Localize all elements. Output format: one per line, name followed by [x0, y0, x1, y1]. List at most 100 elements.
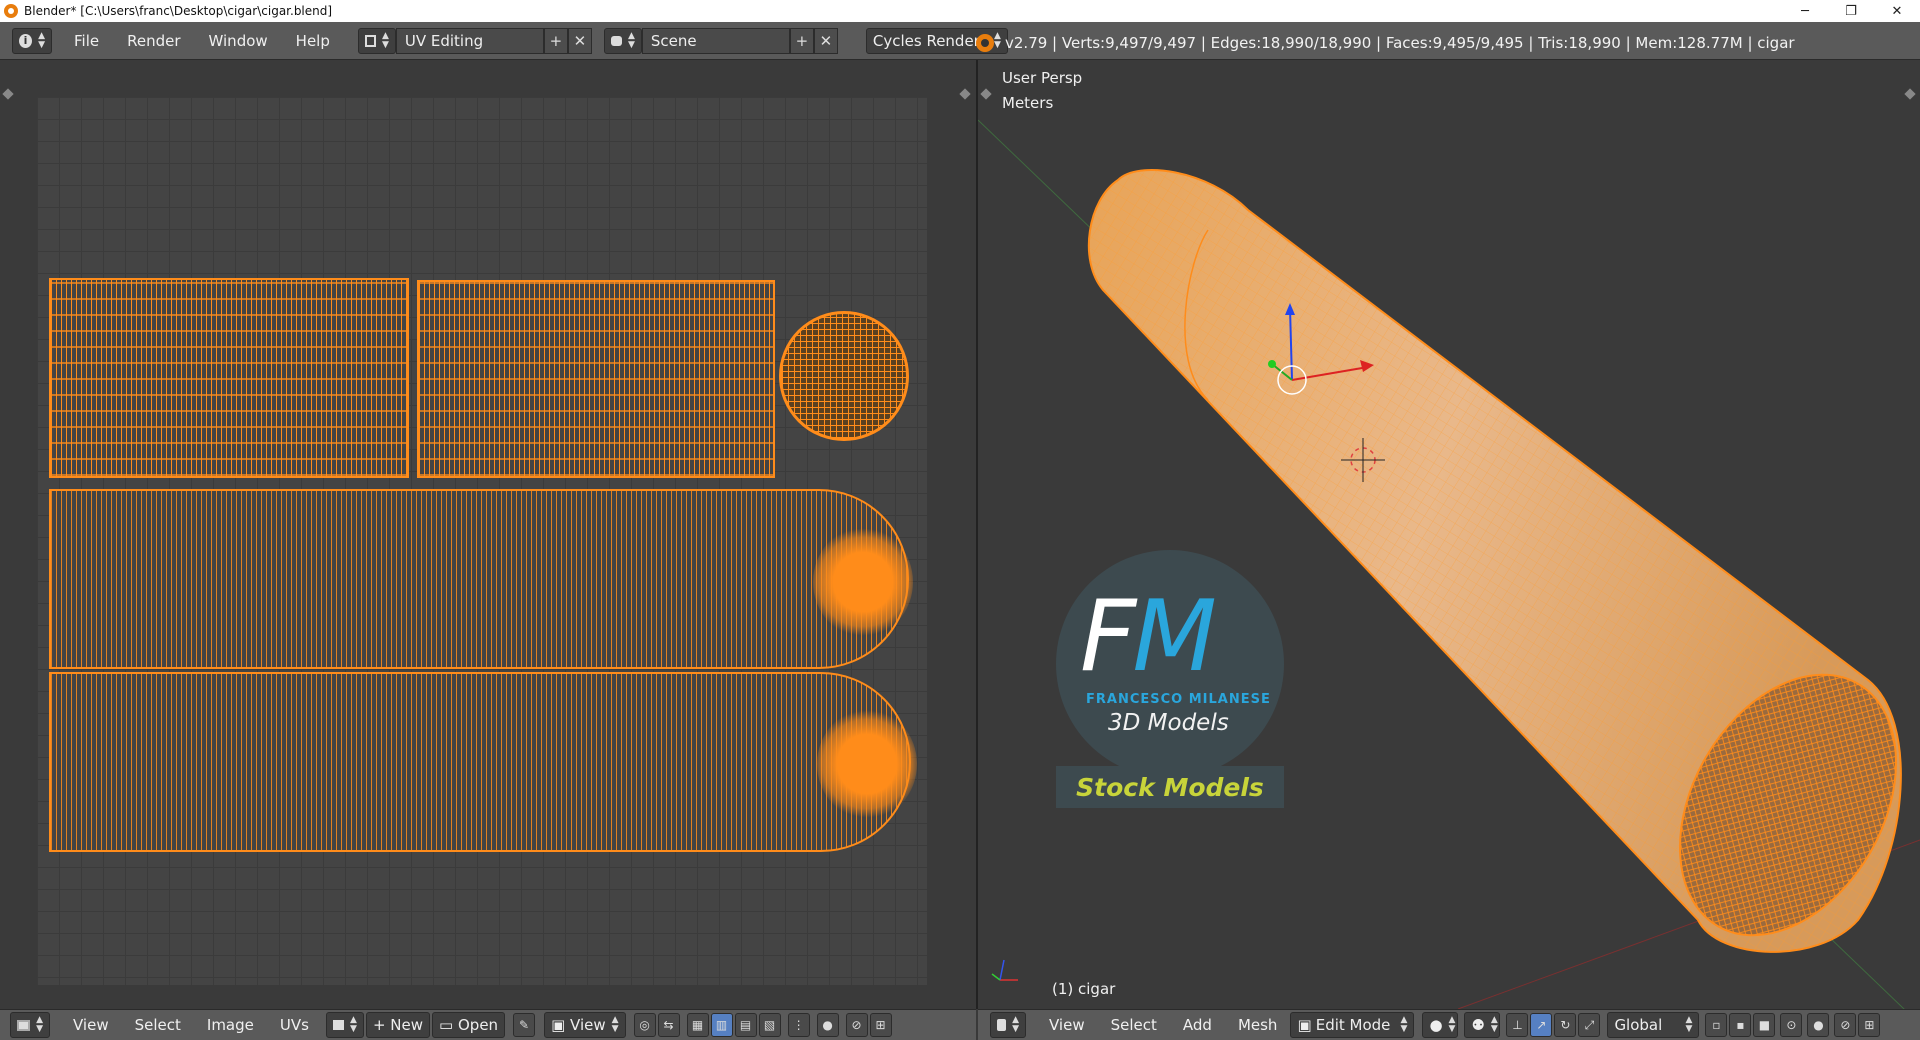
blender-icon: [4, 4, 18, 18]
remove-layout-button[interactable]: ✕: [567, 27, 592, 54]
uv-island-wrapper-a[interactable]: [49, 489, 909, 669]
uv-island-tip-b: [817, 709, 917, 819]
shading-icon: ●: [1429, 1016, 1443, 1034]
uv-grid[interactable]: [37, 97, 927, 985]
logo-letters: FM: [1080, 580, 1217, 694]
editor-type-selector[interactable]: i ▲ ▼: [12, 27, 52, 54]
3d-add-menu[interactable]: Add: [1170, 1016, 1225, 1034]
logo-letter-m: M: [1132, 580, 1217, 694]
render-engine-label: Cycles Render: [872, 31, 980, 50]
pivot-icon[interactable]: ◎: [633, 1013, 656, 1037]
minimize-button[interactable]: ─: [1782, 0, 1828, 22]
uv-uvs-menu[interactable]: UVs: [267, 1016, 322, 1034]
uv-island-cap[interactable]: [779, 311, 909, 441]
3d-viewport[interactable]: User Persp Meters (1) cigar: [978, 60, 1920, 1009]
image-browse-button[interactable]: ▲ ▼: [325, 1012, 364, 1038]
close-icon: ✕: [819, 31, 833, 50]
region-toggle-right[interactable]: [959, 88, 971, 100]
face-select-mode-icon[interactable]: ■: [1753, 1013, 1776, 1037]
3d-view-menu[interactable]: View: [1036, 1016, 1098, 1034]
open-image-button[interactable]: ▭ Open: [432, 1012, 506, 1038]
render-menu[interactable]: Render: [113, 32, 194, 50]
logo-letter-f: F: [1080, 580, 1136, 694]
pin-icon[interactable]: ✎: [513, 1013, 536, 1037]
sticky-select-icon[interactable]: ⋮: [787, 1013, 810, 1037]
scene-field[interactable]: Scene: [641, 27, 790, 54]
uv-island-body-a[interactable]: [49, 278, 409, 478]
screen-layout-icon: [364, 34, 376, 47]
uv-image-editor[interactable]: [0, 60, 976, 1009]
add-layout-button[interactable]: +: [543, 27, 568, 54]
info-icon: i: [19, 33, 33, 48]
add-icon: +: [549, 31, 563, 50]
watermark-logo: FM FRANCESCO MILANESE 3D Models Stock Mo…: [1056, 550, 1286, 810]
uv-view-menu[interactable]: View: [60, 1016, 122, 1034]
snap-icon[interactable]: ⊘: [1834, 1013, 1857, 1037]
scene-icon: [610, 35, 622, 46]
add-scene-button[interactable]: +: [789, 27, 814, 54]
translate-manipulator-icon[interactable]: ↗: [1530, 1013, 1553, 1037]
file-menu[interactable]: File: [60, 32, 113, 50]
image-icon: [17, 1019, 31, 1031]
pivot-point-selector[interactable]: ⚉ ▲ ▼: [1464, 1012, 1501, 1038]
image-icon: [332, 1020, 345, 1030]
new-image-button[interactable]: + New: [365, 1012, 431, 1038]
vertex-select-icon[interactable]: ▦: [686, 1013, 709, 1037]
logo-banner: Stock Models: [1056, 766, 1284, 808]
add-icon: +: [795, 31, 809, 50]
snap-element-icon[interactable]: ⊞: [1858, 1013, 1881, 1037]
editor-type-selector[interactable]: ▲ ▼: [10, 1012, 50, 1038]
close-window-button[interactable]: ✕: [1874, 0, 1920, 22]
uv-view-mode-selector[interactable]: ▣ View ▲ ▼: [544, 1012, 626, 1038]
remove-scene-button[interactable]: ✕: [813, 27, 838, 54]
limit-selection-icon[interactable]: ⊙: [1780, 1013, 1803, 1037]
interaction-mode-label: Edit Mode: [1315, 1016, 1391, 1034]
view-mode-icon: ▣: [551, 1016, 566, 1034]
help-menu[interactable]: Help: [282, 32, 344, 50]
3d-select-menu[interactable]: Select: [1098, 1016, 1170, 1034]
region-toggle-left[interactable]: [2, 88, 14, 100]
pivot-icon: ⚉: [1471, 1016, 1485, 1034]
rotate-manipulator-icon[interactable]: ↻: [1554, 1013, 1577, 1037]
edge-select-icon[interactable]: ▥: [710, 1013, 733, 1037]
open-image-label: Open: [457, 1016, 499, 1034]
vertex-select-mode-icon[interactable]: ▫: [1705, 1013, 1728, 1037]
logo-name: FRANCESCO MILANESE: [1086, 692, 1271, 707]
uv-image-menu[interactable]: Image: [194, 1016, 267, 1034]
proportional-edit-icon[interactable]: ●: [816, 1013, 839, 1037]
restore-button[interactable]: ❐: [1828, 0, 1874, 22]
folder-icon: ▭: [439, 1016, 454, 1034]
uv-island-wrapper-b[interactable]: [49, 672, 911, 852]
editor-type-selector[interactable]: ▲ ▼: [990, 1012, 1026, 1038]
active-object-label: (1) cigar: [1052, 980, 1116, 998]
uv-editor-header: ▲ ▼ View Select Image UVs ▲ ▼ + New ▭ Open…: [0, 1009, 976, 1040]
viewport-shading-selector[interactable]: ● ▲ ▼: [1422, 1012, 1459, 1038]
snap-icon[interactable]: ⊘: [845, 1013, 868, 1037]
island-select-icon[interactable]: ▧: [758, 1013, 781, 1037]
window-title: Blender* [C:\Users\franc\Desktop\cigar\c…: [24, 4, 333, 18]
proportional-edit-icon[interactable]: ●: [1807, 1013, 1830, 1037]
scene-selector[interactable]: ▲ ▼: [603, 27, 642, 54]
view-mode-label: View: [570, 1016, 606, 1034]
edge-select-mode-icon[interactable]: ▪: [1729, 1013, 1752, 1037]
scale-manipulator-icon[interactable]: ⤢: [1578, 1013, 1601, 1037]
window-menu[interactable]: Window: [195, 32, 282, 50]
axis-icon: [991, 959, 1018, 981]
face-select-icon[interactable]: ▤: [734, 1013, 757, 1037]
3d-view-icon: [997, 1019, 1007, 1031]
uv-island-tip-a: [813, 527, 913, 637]
manipulator-toggle-icon[interactable]: ⊥: [1506, 1013, 1529, 1037]
add-icon: +: [372, 1016, 386, 1034]
3d-mesh-menu[interactable]: Mesh: [1225, 1016, 1291, 1034]
uv-island-body-b[interactable]: [417, 280, 775, 478]
logo-subtitle: 3D Models: [1108, 710, 1229, 736]
uv-select-menu[interactable]: Select: [122, 1016, 194, 1034]
edit-mode-icon: ▣: [1297, 1016, 1312, 1034]
screen-layout-selector[interactable]: ▲ ▼: [357, 27, 396, 54]
blender-icon: [976, 34, 994, 52]
snap-element-icon[interactable]: ⊞: [869, 1013, 892, 1037]
transform-orientation-selector[interactable]: Global ▲ ▼: [1607, 1012, 1700, 1038]
sync-selection-icon[interactable]: ⇆: [657, 1013, 680, 1037]
interaction-mode-selector[interactable]: ▣ Edit Mode ▲ ▼: [1290, 1012, 1415, 1038]
screen-layout-field[interactable]: UV Editing: [395, 27, 544, 54]
